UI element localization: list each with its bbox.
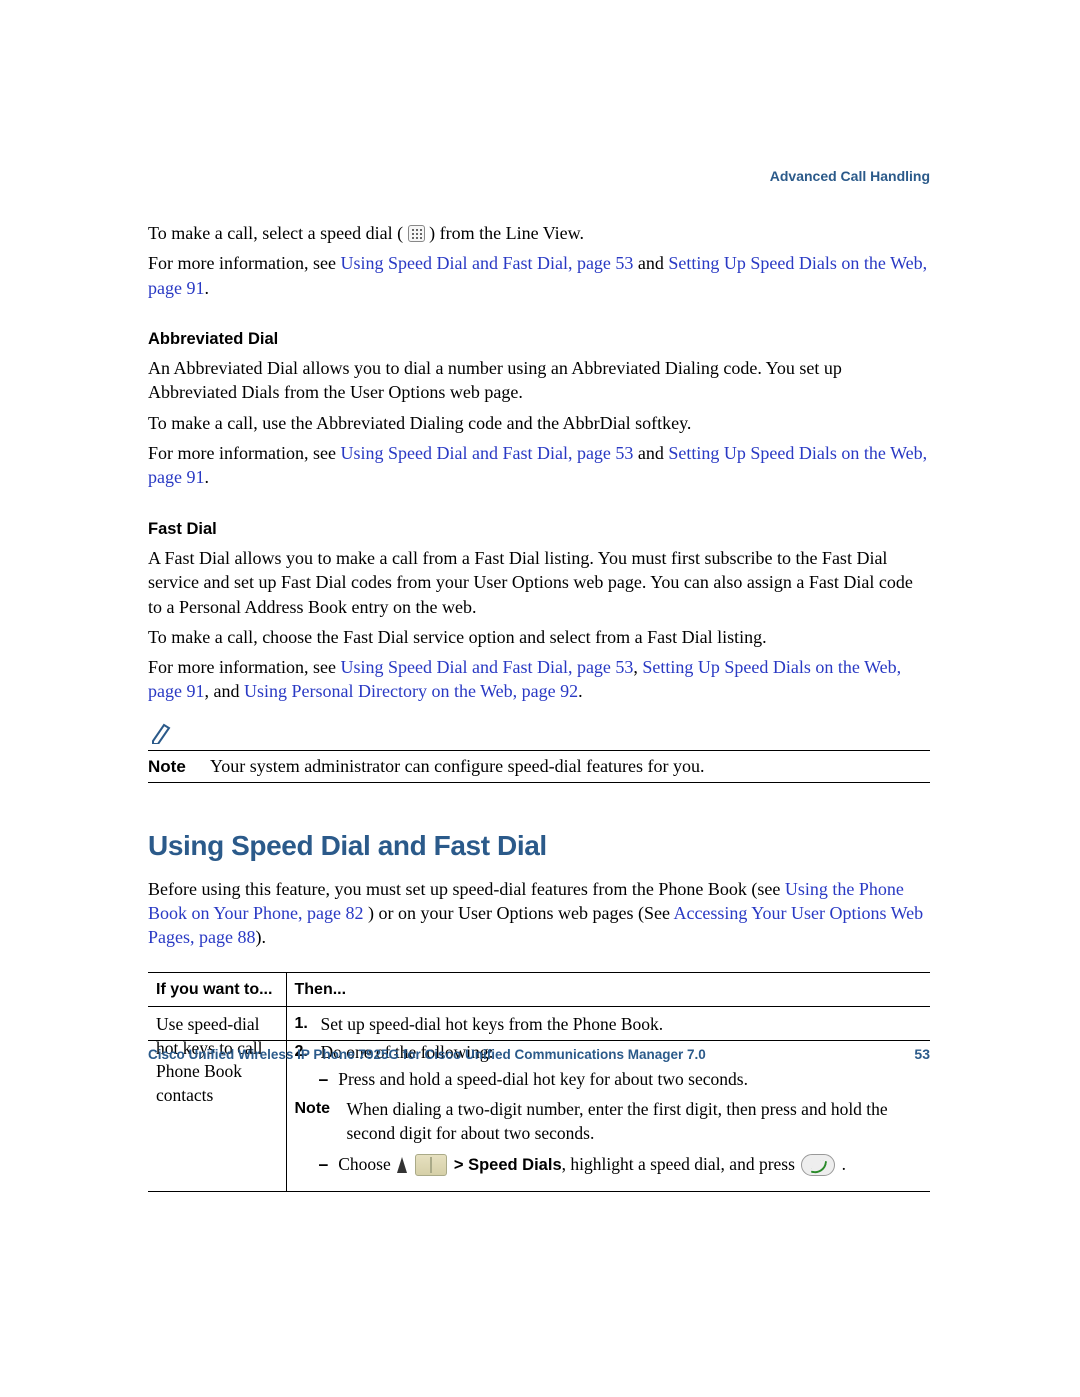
heading-using-speed-dial-fast-dial: Using Speed Dial and Fast Dial — [148, 827, 930, 865]
cell-goal: Use speed-dial hot keys to call Phone Bo… — [148, 1007, 286, 1192]
note-label: Note — [148, 756, 192, 779]
text: To make a call, select a speed dial ( — [148, 223, 408, 243]
abbrev-p1: An Abbreviated Dial allows you to dial a… — [148, 356, 930, 405]
abbrev-p3: For more information, see Using Speed Di… — [148, 441, 930, 490]
text: ) from the Line View. — [429, 223, 584, 243]
bullet-dash: – — [319, 1068, 329, 1092]
cell-steps: 1. Set up speed-dial hot keys from the P… — [286, 1007, 930, 1192]
link-speed-fast-53[interactable]: Using Speed Dial and Fast Dial, page 53 — [340, 443, 633, 463]
text: For more information, see — [148, 657, 340, 677]
intro-p1: To make a call, select a speed dial ( ) … — [148, 221, 930, 245]
text: , and — [204, 681, 244, 701]
text: For more information, see — [148, 253, 340, 273]
note-pencil-icon — [150, 722, 174, 744]
col-then: Then... — [286, 972, 930, 1007]
heading-abbreviated-dial: Abbreviated Dial — [148, 328, 930, 350]
fast-p2: To make a call, choose the Fast Dial ser… — [148, 625, 930, 649]
substep-text: Choose > Speed Dials, highlight a speed … — [338, 1153, 846, 1177]
text: . — [578, 681, 583, 701]
table-row: Use speed-dial hot keys to call Phone Bo… — [148, 1007, 930, 1192]
note-block: Note Your system administrator can confi… — [148, 722, 930, 783]
text: and — [638, 443, 669, 463]
fast-p3: For more information, see Using Speed Di… — [148, 655, 930, 704]
bullet-dash: – — [319, 1153, 329, 1177]
phonebook-icon — [415, 1154, 447, 1176]
speed-dial-icon — [408, 225, 425, 242]
text: and — [638, 253, 669, 273]
note-text: Your system administrator can configure … — [210, 754, 705, 778]
note-label: Note — [295, 1098, 331, 1145]
abbrev-p2: To make a call, use the Abbreviated Dial… — [148, 411, 930, 435]
text: ) or on your User Options web pages (See — [368, 903, 673, 923]
intro-p2: For more information, see Using Speed Di… — [148, 251, 930, 300]
link-speed-fast-53[interactable]: Using Speed Dial and Fast Dial, page 53 — [340, 253, 633, 273]
call-button-icon — [801, 1154, 835, 1176]
text: , highlight a speed dial, and press — [562, 1154, 800, 1174]
link-personal-directory-92[interactable]: Using Personal Directory on the Web, pag… — [244, 681, 578, 701]
footer-doc-title: Cisco Unified Wireless IP Phone 7925G fo… — [148, 1046, 706, 1064]
main-intro: Before using this feature, you must set … — [148, 877, 930, 950]
text: . — [837, 1154, 846, 1174]
link-speed-fast-53[interactable]: Using Speed Dial and Fast Dial, page 53 — [340, 657, 633, 677]
step-text: Set up speed-dial hot keys from the Phon… — [321, 1013, 664, 1037]
substep-text: Press and hold a speed-dial hot key for … — [338, 1068, 748, 1092]
heading-fast-dial: Fast Dial — [148, 518, 930, 540]
text: For more information, see — [148, 443, 340, 463]
text: Before using this feature, you must set … — [148, 879, 785, 899]
section-header: Advanced Call Handling — [770, 167, 930, 186]
text-strong: > Speed Dials — [454, 1156, 562, 1174]
step-number: 1. — [295, 1013, 313, 1037]
nav-icon — [397, 1157, 407, 1173]
text: . — [204, 278, 209, 298]
text: Choose — [338, 1154, 395, 1174]
note-text: When dialing a two-digit number, enter t… — [347, 1098, 923, 1145]
text: . — [204, 467, 209, 487]
text: ). — [255, 927, 266, 947]
fast-p1: A Fast Dial allows you to make a call fr… — [148, 546, 930, 619]
page-footer: Cisco Unified Wireless IP Phone 7925G fo… — [148, 1040, 930, 1064]
footer-page-number: 53 — [914, 1045, 930, 1064]
procedure-table: If you want to... Then... Use speed-dial… — [148, 972, 930, 1192]
col-if-you-want-to: If you want to... — [148, 972, 286, 1007]
